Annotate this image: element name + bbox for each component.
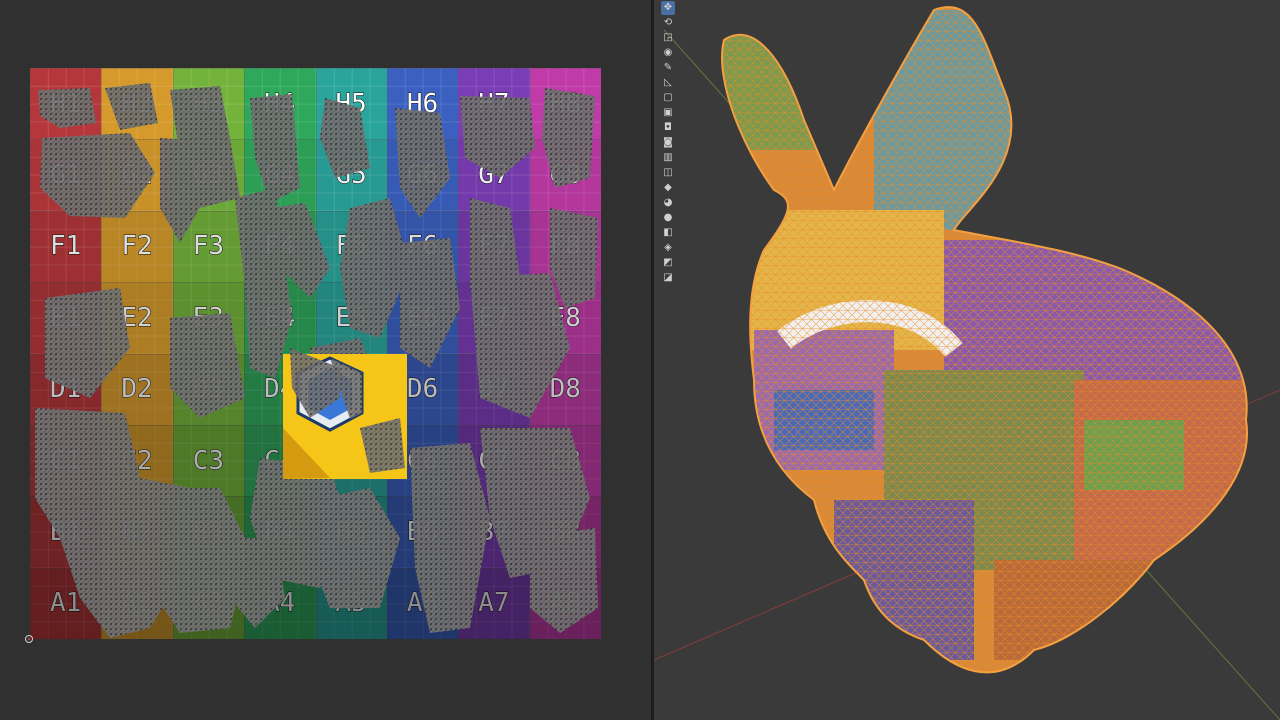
uv-grid-cell: F6 — [386, 210, 459, 283]
uv-grid-cell: G8 — [529, 139, 601, 211]
uv-grid-cell: F5 — [315, 210, 387, 283]
uv-grid-cell: G2 — [101, 139, 173, 211]
uv-grid-cell: H2 — [101, 68, 173, 140]
uv-grid-cell: D7 — [458, 353, 530, 425]
extrude-icon[interactable]: ▣ — [661, 106, 675, 120]
transform-icon[interactable]: ◉ — [661, 46, 675, 60]
measure-icon[interactable]: ◺ — [661, 76, 675, 90]
uv-grid-cell: C8 — [529, 424, 601, 497]
viewport-toolbar: ✥ ⟲ ◲ ◉ ✎ ◺ ▢ ▣ ◘ ◙ ▥ ◫ ◆ ◕ ● ◧ ◈ ◩ ◪ — [660, 0, 676, 286]
uv-grid-cell: H8 — [529, 68, 601, 140]
inset-icon[interactable]: ◘ — [661, 121, 675, 135]
spin-icon[interactable]: ◕ — [661, 196, 675, 210]
uv-grid-cell: C1 — [30, 424, 102, 497]
uv-grid-cell: E2 — [101, 282, 173, 354]
uv-grid-cell: G7 — [458, 139, 530, 211]
add-cube-icon[interactable]: ▢ — [661, 91, 675, 105]
annotate-icon[interactable]: ✎ — [661, 61, 675, 75]
uv-grid-cell: D5 — [315, 353, 387, 425]
uv-grid-cell: E6 — [386, 282, 459, 354]
uv-grid-cell: C5 — [315, 424, 387, 497]
uv-grid-cell: B2 — [101, 496, 173, 568]
bevel-icon[interactable]: ◙ — [661, 136, 675, 150]
uv-grid-cell: B7 — [458, 496, 530, 568]
uv-grid-cell: F8 — [529, 210, 601, 283]
uv-grid-cell: C7 — [458, 424, 530, 497]
uv-grid-cell: D6 — [386, 353, 459, 425]
smooth-icon[interactable]: ● — [661, 211, 675, 225]
uv-grid-cell: F3 — [172, 210, 245, 283]
uv-grid-cell: A4 — [244, 567, 316, 639]
uv-grid-cell: C2 — [101, 424, 173, 497]
move-icon[interactable]: ⟲ — [661, 16, 675, 30]
uv-grid-cell: G4 — [244, 139, 316, 211]
uv-grid-cell: B4 — [244, 496, 316, 568]
uv-grid-cell: A5 — [315, 567, 387, 639]
3d-viewport[interactable]: ✥ ⟲ ◲ ◉ ✎ ◺ ▢ ▣ ◘ ◙ ▥ ◫ ◆ ◕ ● ◧ ◈ ◩ ◪ — [654, 0, 1280, 720]
uv-grid-cell: D3 — [172, 353, 245, 425]
edge-slide-icon[interactable]: ◧ — [661, 226, 675, 240]
shear-icon[interactable]: ◩ — [661, 256, 675, 270]
cursor-icon[interactable]: ✥ — [661, 1, 675, 15]
uv-grid-cell: F1 — [30, 210, 102, 283]
uv-grid-cell: H4 — [244, 68, 316, 140]
uv-grid-cell: H6 — [386, 68, 459, 140]
uv-grid-cell: B8 — [529, 496, 601, 568]
uv-grid-cell: G5 — [315, 139, 387, 211]
uv-grid-cell: C6 — [386, 424, 459, 497]
scale-icon[interactable]: ◲ — [661, 31, 675, 45]
uv-grid-cell: B3 — [172, 496, 245, 568]
uv-grid-cell: H3 — [172, 68, 245, 140]
uv-grid-cell: D4 — [244, 353, 316, 425]
uv-grid-cell: D2 — [101, 353, 173, 425]
knife-icon[interactable]: ◫ — [661, 166, 675, 180]
uv-grid-cell: A7 — [458, 567, 530, 639]
uv-checker-texture: H1 H2 H3 H4 H5 H6 H7 H8 G1 G2 G3 G4 G5 G6 G7 G8 F1 F2 F3 F4… — [30, 68, 601, 639]
uv-grid-cell: A8 — [529, 567, 601, 639]
uv-grid-cell: B5 — [315, 496, 387, 568]
uv-grid-cell: B6 — [386, 496, 459, 568]
uv-grid-cell: D1 — [30, 353, 102, 425]
uv-grid-cell: E8 — [529, 282, 601, 354]
loop-cut-icon[interactable]: ▥ — [661, 151, 675, 165]
uv-grid-cell: H7 — [458, 68, 530, 140]
uv-grid-cell: A3 — [172, 567, 245, 639]
uv-cursor-icon[interactable] — [24, 634, 34, 644]
uv-grid-cell: E3 — [172, 282, 245, 354]
uv-grid-cell: C3 — [172, 424, 245, 497]
uv-grid-cell: E1 — [30, 282, 102, 354]
poly-build-icon[interactable]: ◆ — [661, 181, 675, 195]
bunny-mesh — [654, 6, 1280, 720]
uv-grid-cell: A2 — [101, 567, 173, 639]
uv-grid-cell: G6 — [386, 139, 459, 211]
uv-grid-cell: E5 — [315, 282, 387, 354]
uv-grid-cell: E7 — [458, 282, 530, 354]
shrink-icon[interactable]: ◈ — [661, 241, 675, 255]
uv-grid-cell: G1 — [30, 139, 102, 211]
uv-grid-cell: H5 — [315, 68, 387, 140]
uv-grid-cell: F4 — [244, 210, 316, 283]
uv-grid-cell: A6 — [386, 567, 459, 639]
uv-grid-cell: H1 — [30, 68, 102, 140]
uv-grid-cell: C4 — [244, 424, 316, 497]
uv-grid-cell: D8 — [529, 353, 601, 425]
uv-grid-cell: F7 — [458, 210, 530, 283]
uv-grid-cell: E4 — [244, 282, 316, 354]
uv-grid-cell: F2 — [101, 210, 173, 283]
uv-grid-cell: A1 — [30, 567, 102, 639]
uv-grid-cell: G3 — [172, 139, 245, 211]
uv-editor[interactable]: H1 H2 H3 H4 H5 H6 H7 H8 G1 G2 G3 G4 G5 G6 G7 G8 F1 F2 F3 F4… — [0, 0, 651, 720]
rip-icon[interactable]: ◪ — [661, 271, 675, 285]
uv-grid-cell: B1 — [30, 496, 102, 568]
